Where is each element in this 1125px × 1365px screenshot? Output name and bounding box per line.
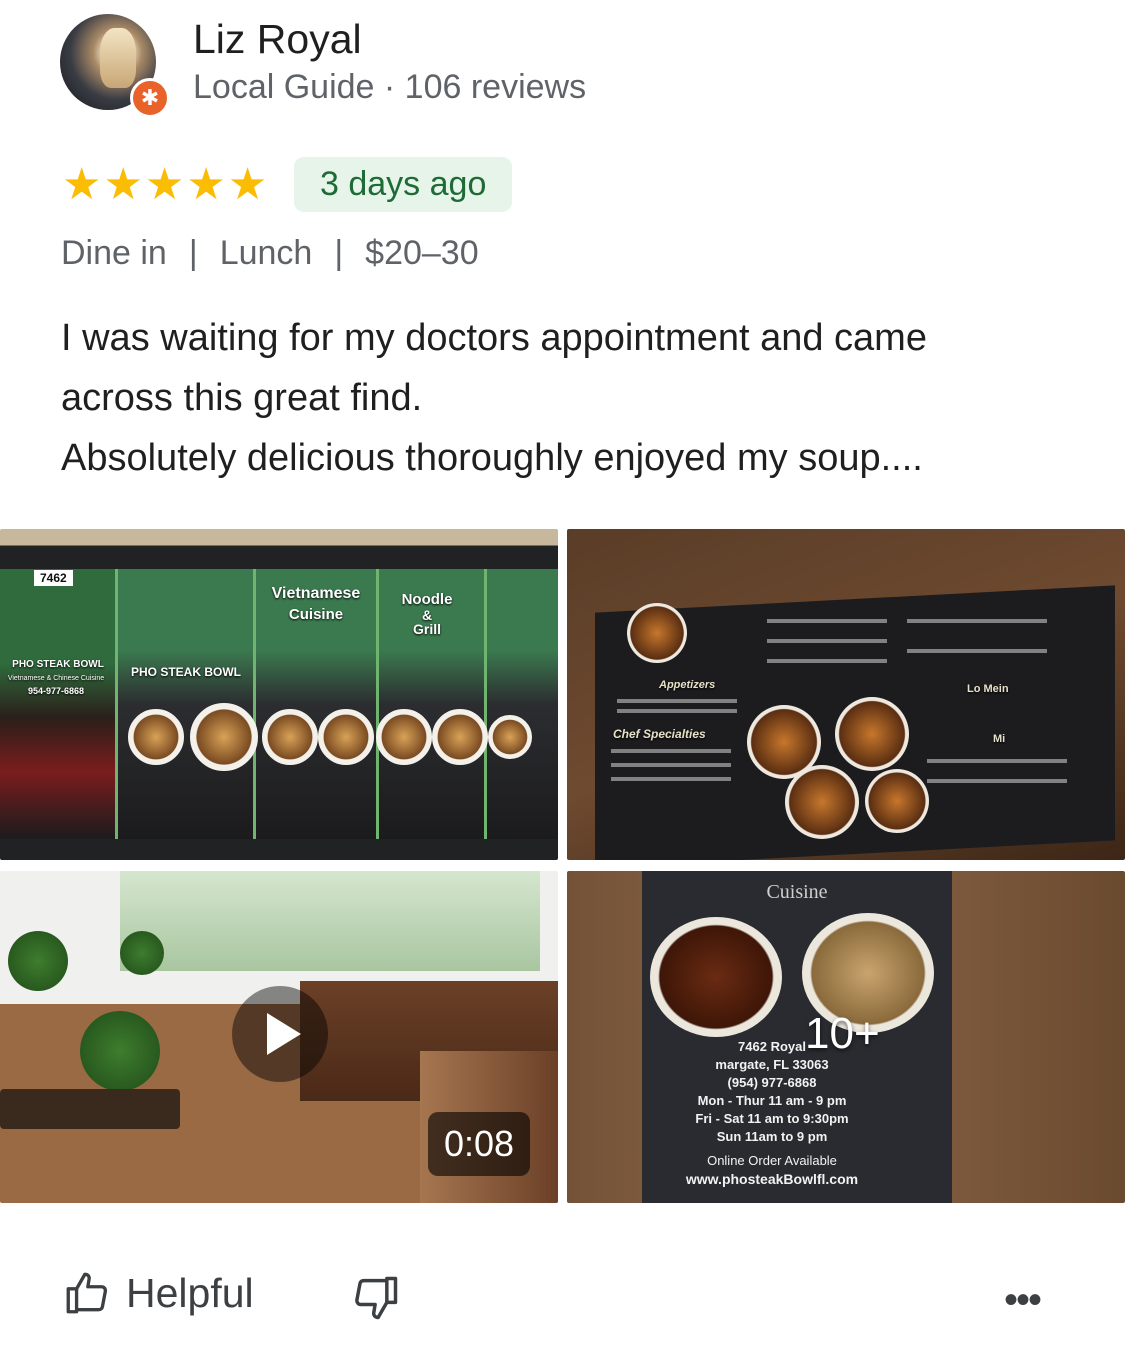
- menu-dish-photo: [835, 697, 909, 771]
- window-dish-graphic: [262, 709, 318, 765]
- flyer-card: Cuisine 7462 Royal margate, FL 33063 (95…: [642, 871, 952, 1203]
- menu-text-line: [617, 709, 737, 713]
- local-guide-star-icon: ✱: [130, 78, 170, 118]
- sign-vietnamese: Vietnamese: [271, 585, 361, 602]
- star-rating: ★ ★ ★ ★ ★: [62, 161, 267, 209]
- flyer-hours-sunday: Sun 11am to 9 pm: [716, 1129, 828, 1144]
- window-dish-graphic: [432, 709, 488, 765]
- menu-dish-photo: [785, 765, 859, 839]
- menu-text-line: [907, 649, 1047, 653]
- tag-meal: Lunch: [219, 234, 313, 272]
- menu-text-line: [767, 619, 887, 623]
- review-text[interactable]: I was waiting for my doctors appointment…: [61, 308, 1071, 488]
- dining-table: [0, 1089, 180, 1129]
- sign-noodle: Noodle: [401, 591, 453, 608]
- menu-text-line: [767, 639, 887, 643]
- star-icon: ★: [62, 160, 102, 209]
- window-dish-graphic: [376, 709, 432, 765]
- review-line: Absolutely delicious thoroughly enjoyed …: [61, 437, 923, 479]
- menu-text-line: [611, 763, 731, 767]
- photo-storefront[interactable]: 7462 PHO STEAK BOWL Vietnamese & Chinese…: [0, 529, 558, 860]
- menu-text-line: [927, 759, 1067, 763]
- video-interior[interactable]: 0:08: [0, 871, 558, 1203]
- menu-heading-appetizers: Appetizers: [659, 679, 716, 691]
- window-brand: PHO STEAK BOWL: [131, 665, 241, 679]
- tag-price: $20–30: [365, 234, 479, 272]
- plant-decor: [8, 931, 68, 991]
- photo-flyer[interactable]: Cuisine 7462 Royal margate, FL 33063 (95…: [567, 871, 1125, 1203]
- flyer-hours-weekend: Fri - Sat 11 am to 9:30pm: [695, 1111, 849, 1126]
- menu-text-line: [907, 619, 1047, 623]
- window-dish-graphic: [190, 703, 258, 771]
- more-photos-count: 10+: [805, 1009, 880, 1058]
- window-view: [120, 871, 540, 971]
- play-triangle: [267, 1013, 301, 1055]
- helpful-label: Helpful: [126, 1269, 254, 1316]
- avatar-photo: [100, 28, 136, 88]
- more-options-icon[interactable]: •••: [1004, 1278, 1042, 1323]
- star-icon: ★: [227, 160, 268, 209]
- flyer-dish-photo: [650, 917, 782, 1037]
- door-phone: 954-977-6868: [27, 686, 85, 696]
- star-icon: ★: [103, 160, 143, 209]
- plant-decor: [80, 1011, 160, 1091]
- review-tags: Dine in | Lunch | $20–30: [61, 234, 479, 273]
- window-dish-graphic: [318, 709, 374, 765]
- window-dish-graphic: [488, 715, 532, 759]
- door-subtitle: Vietnamese & Chinese Cuisine: [7, 675, 105, 682]
- video-duration: 0:08: [428, 1112, 531, 1176]
- review-age-badge: 3 days ago: [294, 157, 513, 212]
- helpful-button[interactable]: Helpful: [62, 1268, 254, 1318]
- menu-dish-photo: [865, 769, 929, 833]
- menu-text-line: [617, 699, 737, 703]
- menu-heading-lo-mein: Lo Mein: [967, 683, 1009, 695]
- tag-separator: |: [188, 234, 198, 272]
- photo-menu[interactable]: Appetizers Chef Specialties Lo Mein Mi: [567, 529, 1125, 860]
- menu-text-line: [927, 779, 1067, 783]
- menu-text-line: [767, 659, 887, 663]
- menu-text-line: [611, 777, 731, 781]
- flyer-city: margate, FL 33063: [715, 1057, 829, 1072]
- menu-heading-mi: Mi: [993, 733, 1006, 745]
- menu-heading-chef: Chef Specialties: [613, 727, 706, 741]
- star-icon: ★: [186, 160, 226, 209]
- street-number: 7462: [34, 570, 73, 586]
- sign-grill: Grill: [412, 621, 441, 637]
- thumbs-down-icon: [355, 1276, 398, 1320]
- flyer-url: www.phosteakBowlfl.com: [685, 1171, 859, 1187]
- flyer-hours-weekday: Mon - Thur 11 am - 9 pm: [697, 1093, 847, 1108]
- play-icon[interactable]: [232, 986, 328, 1082]
- reviewer-meta: Local Guide · 106 reviews: [193, 68, 587, 106]
- menu-text-line: [611, 749, 731, 753]
- review-line: I was waiting for my doctors appointment…: [61, 317, 927, 359]
- window-dish-graphic: [128, 709, 184, 765]
- reviewer-name[interactable]: Liz Royal: [193, 16, 362, 63]
- review-line: across this great find.: [61, 377, 423, 419]
- window-panel: [487, 569, 558, 839]
- tag-separator: |: [334, 234, 344, 272]
- not-helpful-button[interactable]: [350, 1272, 402, 1329]
- tag-service: Dine in: [61, 234, 167, 272]
- thumbs-up-icon: [66, 1272, 108, 1314]
- door-brand: PHO STEAK BOWL: [12, 659, 104, 670]
- star-icon: ★: [144, 160, 185, 209]
- flyer-phone: (954) 977-6868: [727, 1075, 817, 1090]
- flyer-cuisine: Cuisine: [766, 881, 828, 903]
- review-actions: Helpful •••: [0, 1268, 1125, 1338]
- flyer-online-order: Online Order Available: [707, 1153, 837, 1168]
- door-panel: [0, 569, 118, 839]
- sign-cuisine: Cuisine: [288, 606, 344, 623]
- menu-dish-photo: [627, 603, 687, 663]
- plant-decor: [120, 931, 164, 975]
